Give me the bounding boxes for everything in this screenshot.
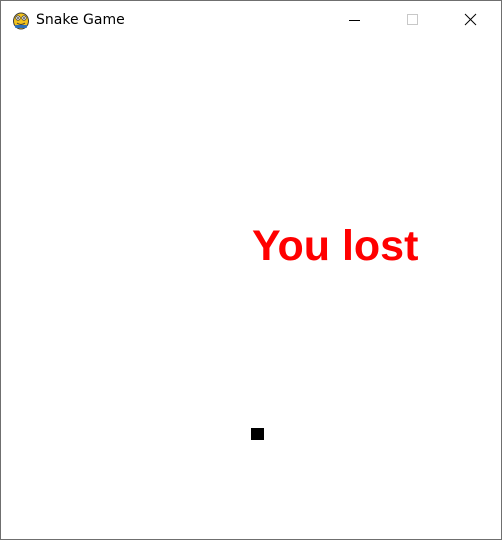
snake-segment — [251, 428, 264, 440]
pygame-snake-icon — [11, 10, 31, 30]
window-title: Snake Game — [36, 12, 125, 28]
maximize-button[interactable] — [389, 1, 435, 39]
minimize-button[interactable] — [331, 1, 377, 39]
title-bar[interactable]: Snake Game — [1, 1, 501, 39]
close-button[interactable] — [447, 1, 493, 39]
game-window: Snake Game You lost — [0, 0, 502, 540]
game-canvas[interactable]: You lost — [1, 39, 501, 539]
game-over-message: You lost — [252, 222, 419, 270]
